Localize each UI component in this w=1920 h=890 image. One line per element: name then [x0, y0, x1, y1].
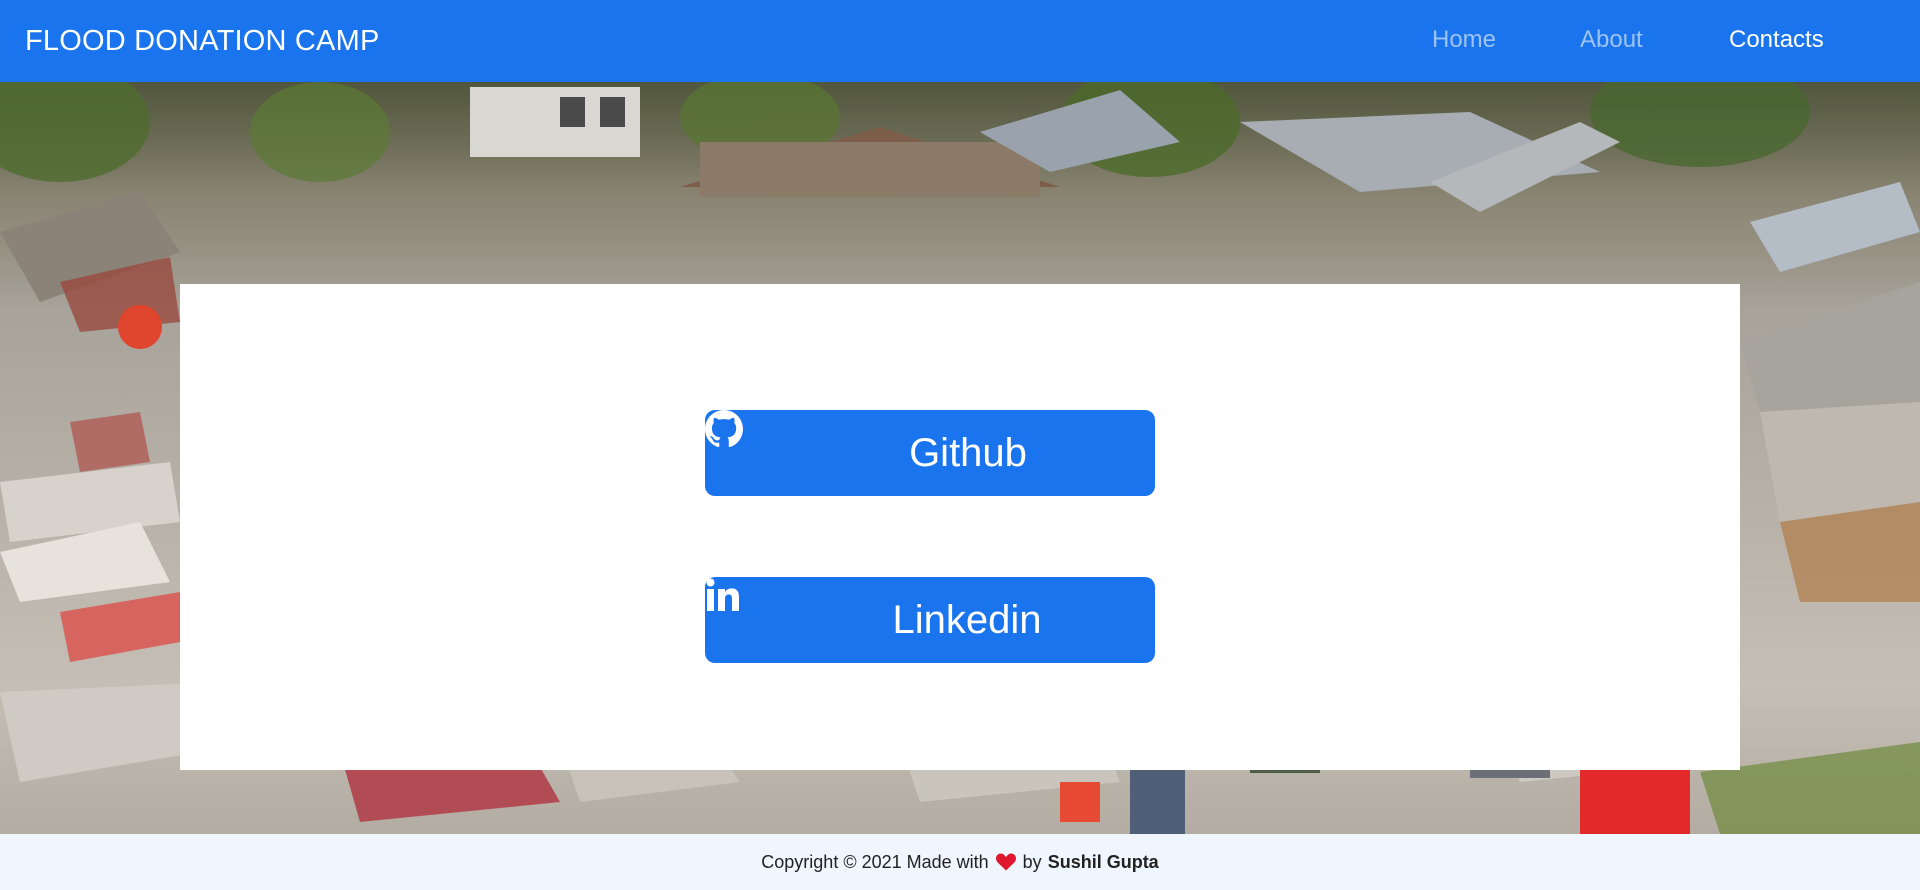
footer-author: Sushil Gupta: [1047, 851, 1159, 872]
footer: Copyright © 2021 Made with by Sushil Gup…: [0, 834, 1920, 890]
nav-link-home[interactable]: Home: [1432, 26, 1496, 54]
brand-title[interactable]: FLOOD DONATION CAMP: [25, 0, 380, 82]
contacts-card: Github Linkedin: [180, 284, 1740, 770]
github-icon: [705, 410, 873, 473]
linkedin-button[interactable]: Linkedin: [705, 577, 1155, 663]
linkedin-icon: [706, 578, 858, 640]
heart-icon: [995, 852, 1017, 872]
nav-link-contacts[interactable]: Contacts: [1729, 26, 1824, 54]
github-button[interactable]: Github: [705, 410, 1155, 496]
hero-background: Github Linkedin: [0, 82, 1920, 834]
nav-link-about[interactable]: About: [1580, 26, 1643, 54]
navbar: FLOOD DONATION CAMP Home About Contacts: [0, 0, 1920, 82]
github-label: Github: [909, 430, 1027, 475]
linkedin-label: Linkedin: [892, 597, 1042, 642]
footer-by-text: by: [1022, 851, 1042, 872]
footer-copyright-text: Copyright © 2021 Made with: [761, 851, 989, 872]
